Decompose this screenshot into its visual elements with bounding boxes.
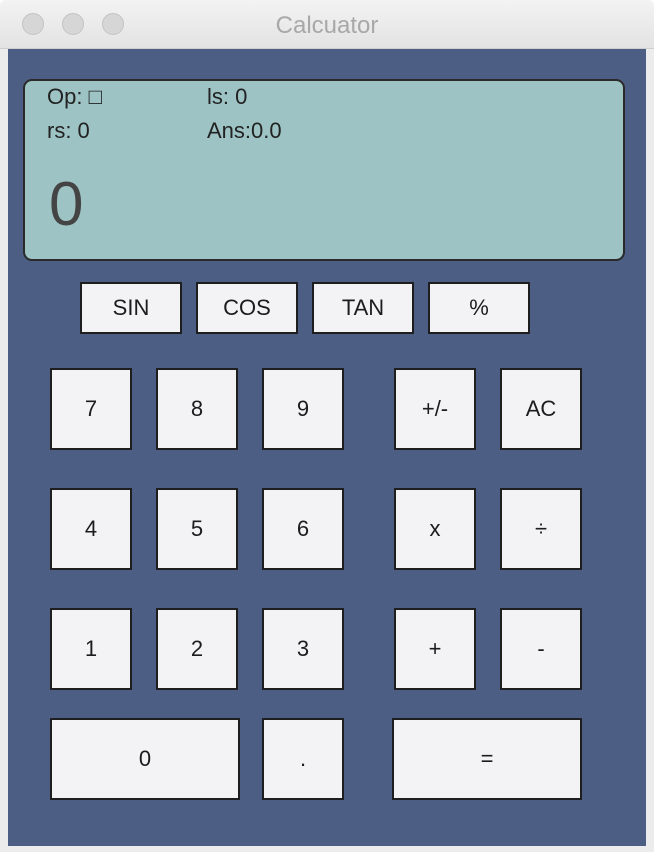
plus-button[interactable]: + [394,608,476,690]
title-bar[interactable]: Calcuator [0,0,654,49]
digit-7-button[interactable]: 7 [50,368,132,450]
digit-2-button[interactable]: 2 [156,608,238,690]
cos-button[interactable]: COS [196,282,298,334]
calculator-panel: Op: □ ls: 0 rs: 0 Ans:0.0 0 SIN COS TAN … [8,49,646,846]
digit-6-button[interactable]: 6 [262,488,344,570]
operator-readout: Op: □ [47,84,102,109]
display-panel: Op: □ ls: 0 rs: 0 Ans:0.0 0 [23,79,625,261]
digit-5-button[interactable]: 5 [156,488,238,570]
digit-3-button[interactable]: 3 [262,608,344,690]
multiply-button[interactable]: x [394,488,476,570]
right-operand-readout: rs: 0 [47,118,90,143]
equals-button[interactable]: = [392,718,582,800]
tan-button[interactable]: TAN [312,282,414,334]
divide-button[interactable]: ÷ [500,488,582,570]
sin-button[interactable]: SIN [80,282,182,334]
negate-button[interactable]: +/- [394,368,476,450]
digit-4-button[interactable]: 4 [50,488,132,570]
left-operand-readout: ls: 0 [207,84,248,109]
display-value: 0 [49,170,84,239]
all-clear-button[interactable]: AC [500,368,582,450]
digit-8-button[interactable]: 8 [156,368,238,450]
window-title: Calcuator [275,12,379,39]
digit-0-button[interactable]: 0 [50,718,240,800]
digit-9-button[interactable]: 9 [262,368,344,450]
answer-readout: Ans:0.0 [207,118,282,143]
minus-button[interactable]: - [500,608,582,690]
percent-button[interactable]: % [428,282,530,334]
calculator-window: Calcuator Op: □ ls: 0 rs: 0 Ans:0.0 0 SI… [0,0,654,852]
decimal-point-button[interactable]: . [262,718,344,800]
digit-1-button[interactable]: 1 [50,608,132,690]
